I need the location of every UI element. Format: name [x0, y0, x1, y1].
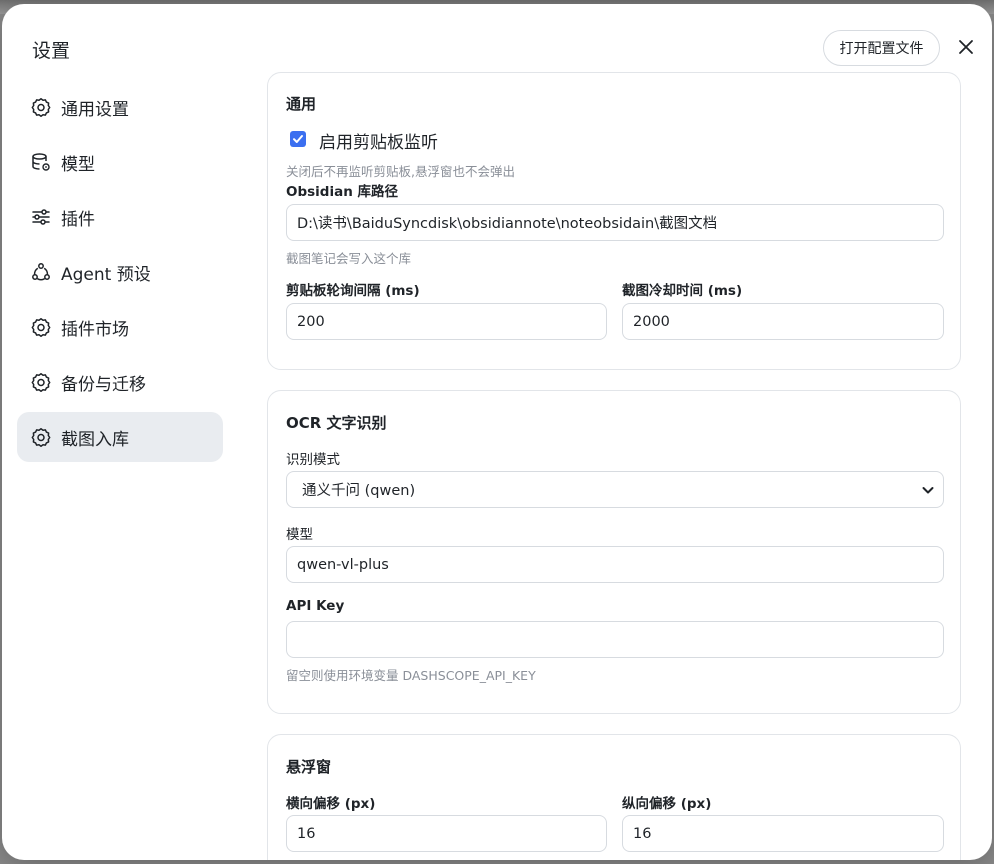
ocr-mode-select[interactable]: 通义千问 (qwen)	[286, 471, 944, 508]
sidebar-item-label: 备份与迁移	[61, 374, 146, 395]
api-key-label: API Key	[286, 598, 345, 614]
sidebar-item-plugins[interactable]: 插件	[17, 192, 223, 242]
clipboard-checkbox[interactable]	[290, 131, 306, 147]
sidebar-item-label: 模型	[61, 154, 95, 175]
agent-nodes-icon	[31, 262, 51, 282]
sidebar-item-general[interactable]: 通用设置	[17, 82, 223, 132]
cooldown-label: 截图冷却时间 (ms)	[622, 283, 743, 299]
ocr-model-label: 模型	[286, 527, 313, 543]
offset-x-label: 横向偏移 (px)	[286, 796, 376, 812]
offset-y-input[interactable]: 16	[622, 815, 944, 852]
offset-y-label: 纵向偏移 (px)	[622, 796, 712, 812]
card-title: 悬浮窗	[286, 758, 332, 776]
api-key-input[interactable]	[286, 621, 944, 658]
vault-path-input[interactable]: D:\读书\BaiduSyncdisk\obsidiannote\noteobs…	[286, 204, 944, 241]
sidebar-item-plugin-market[interactable]: 插件市场	[17, 302, 223, 352]
gear-icon	[31, 372, 51, 392]
vault-path-hint: 截图笔记会写入这个库	[286, 251, 412, 266]
clipboard-checkbox-label: 启用剪贴板监听	[319, 133, 438, 153]
clipboard-hint: 关闭后不再监听剪贴板,悬浮窗也不会弹出	[286, 164, 515, 179]
card-title: OCR 文字识别	[286, 414, 387, 432]
ocr-mode-value: 通义千问 (qwen)	[302, 483, 416, 499]
poll-interval-input[interactable]: 200	[286, 303, 607, 340]
settings-dialog: 设置 打开配置文件 通用设置 模型 插件 Agent 预设 插件市场 备份与迁移…	[2, 4, 992, 860]
ocr-card: OCR 文字识别 识别模式 通义千问 (qwen) 模型 qwen-vl-plu…	[267, 390, 961, 714]
chevron-down-icon	[922, 487, 934, 494]
floating-window-card: 悬浮窗 横向偏移 (px) 16 纵向偏移 (px) 16	[267, 734, 961, 860]
sidebar-item-backup[interactable]: 备份与迁移	[17, 357, 223, 407]
vault-path-label: Obsidian 库路径	[286, 184, 399, 200]
dialog-title: 设置	[32, 40, 71, 62]
sidebar-item-label: 截图入库	[61, 429, 129, 450]
sidebar-item-label: 插件市场	[61, 319, 129, 340]
sliders-icon	[31, 207, 51, 227]
settings-content: 通用 启用剪贴板监听 关闭后不再监听剪贴板,悬浮窗也不会弹出 Obsidian …	[267, 72, 963, 860]
ocr-mode-label: 识别模式	[286, 452, 340, 468]
close-icon	[959, 40, 973, 54]
gear-icon	[31, 97, 51, 117]
poll-interval-label: 剪贴板轮询间隔 (ms)	[286, 283, 420, 299]
api-key-hint: 留空则使用环境变量 DASHSCOPE_API_KEY	[286, 668, 536, 683]
general-card: 通用 启用剪贴板监听 关闭后不再监听剪贴板,悬浮窗也不会弹出 Obsidian …	[267, 72, 961, 370]
sidebar-item-agent-presets[interactable]: Agent 预设	[17, 247, 223, 297]
close-button[interactable]	[953, 34, 979, 60]
database-gear-icon	[31, 152, 51, 172]
sidebar: 通用设置 模型 插件 Agent 预设 插件市场 备份与迁移 截图入库	[17, 82, 223, 467]
sidebar-item-label: Agent 预设	[61, 264, 151, 285]
open-config-button[interactable]: 打开配置文件	[823, 30, 940, 66]
card-title: 通用	[286, 95, 317, 113]
sidebar-item-screenshot-archive[interactable]: 截图入库	[17, 412, 223, 462]
check-icon	[293, 135, 303, 143]
cooldown-input[interactable]: 2000	[622, 303, 944, 340]
offset-x-input[interactable]: 16	[286, 815, 607, 852]
gear-icon	[31, 427, 51, 447]
sidebar-item-label: 插件	[61, 209, 95, 230]
ocr-model-input[interactable]: qwen-vl-plus	[286, 546, 944, 583]
sidebar-item-model[interactable]: 模型	[17, 137, 223, 187]
gear-icon	[31, 317, 51, 337]
sidebar-item-label: 通用设置	[61, 99, 129, 120]
